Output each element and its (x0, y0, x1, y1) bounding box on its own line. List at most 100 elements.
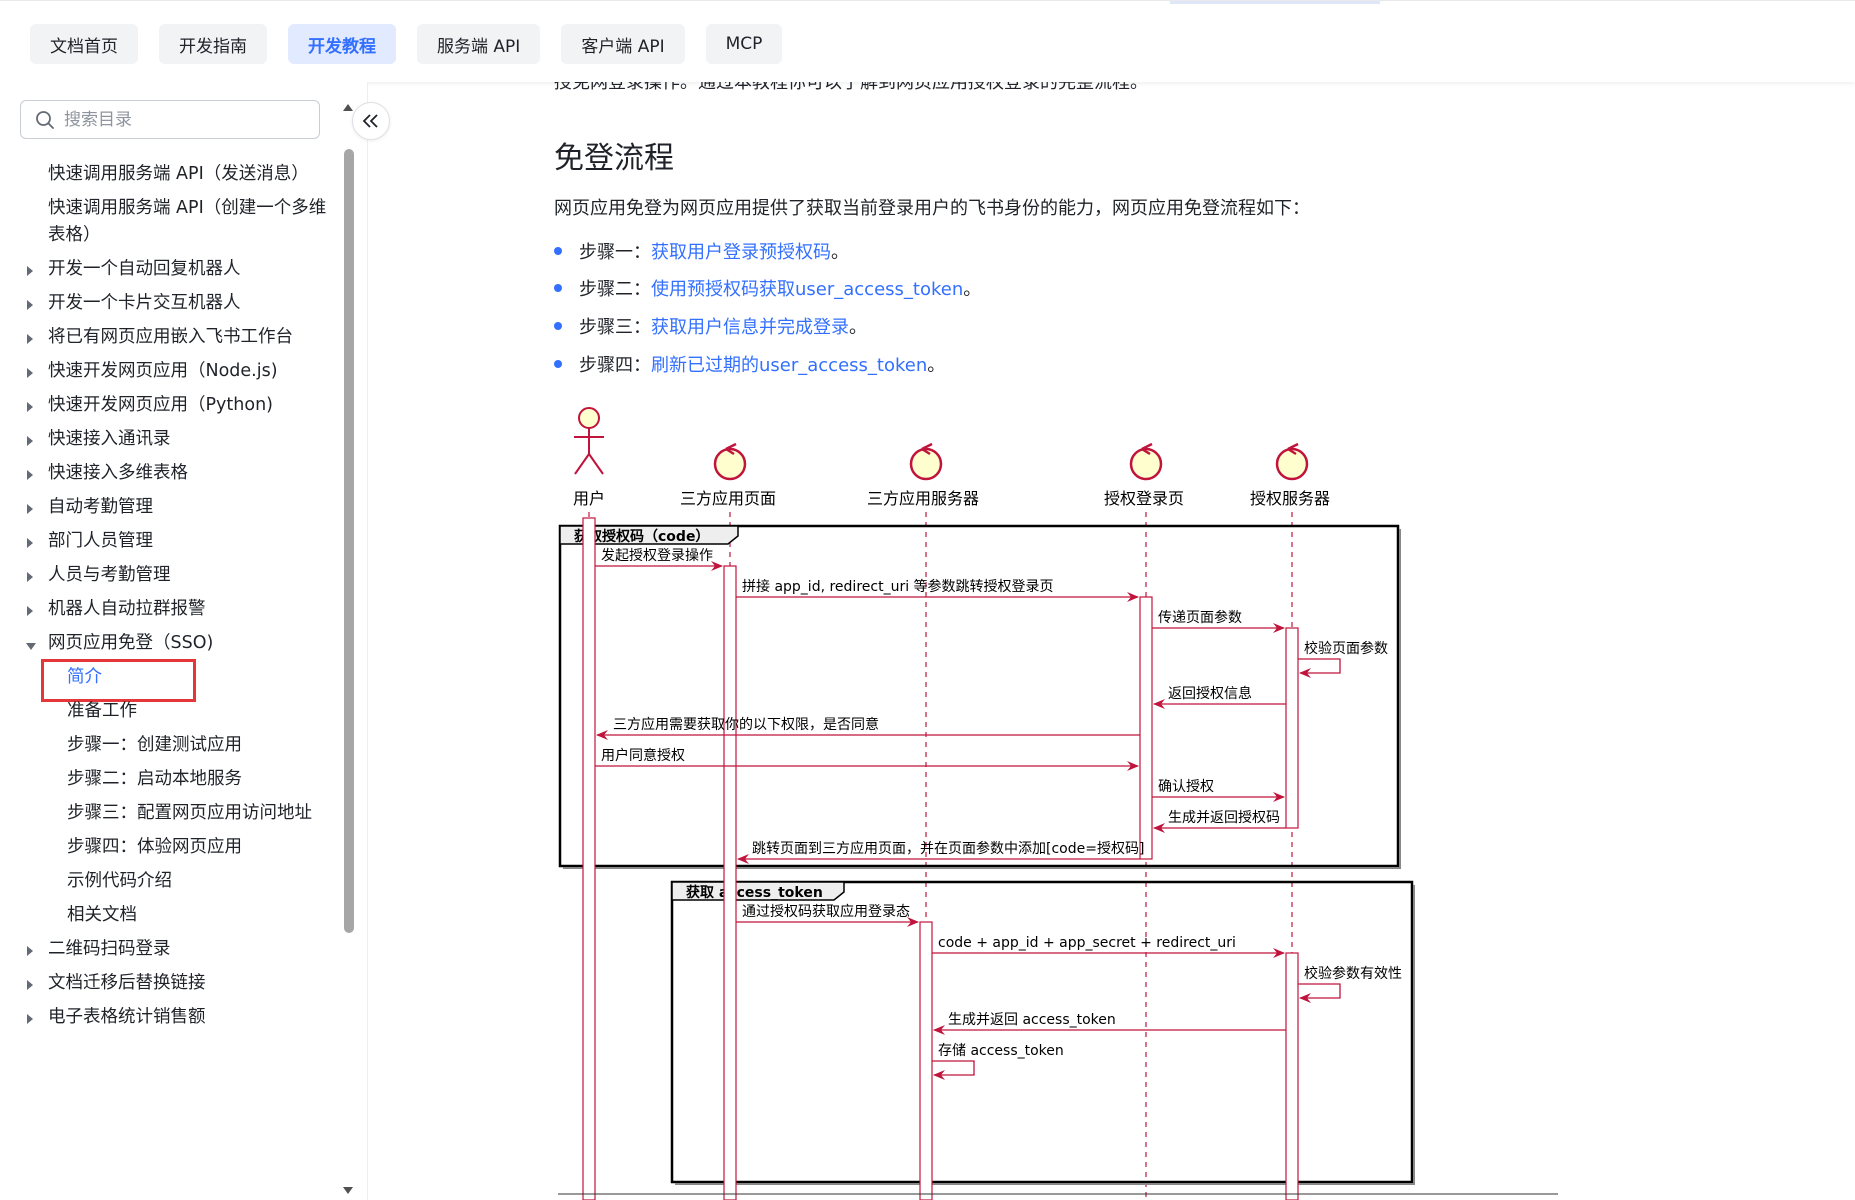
scroll-up-arrow-icon[interactable] (343, 104, 353, 111)
sidebar-item[interactable]: 电子表格统计销售额 (0, 1000, 340, 1034)
sidebar-scrollbar[interactable] (343, 104, 355, 1194)
sidebar-item-label: 快速开发网页应用（Python) (48, 394, 273, 415)
sidebar-item[interactable]: 步骤四：体验网页应用 (0, 830, 340, 864)
search-box[interactable] (20, 100, 320, 139)
message-label: 确认授权 (1158, 779, 1214, 795)
sidebar-item[interactable]: 快速接入多维表格 (0, 456, 340, 490)
sidebar-item[interactable]: 步骤二：启动本地服务 (0, 762, 340, 796)
sidebar-item-label: 步骤三：配置网页应用访问地址 (67, 802, 312, 823)
tab-dev-guide[interactable]: 开发指南 (159, 24, 267, 64)
sidebar-item[interactable]: 相关文档 (0, 898, 340, 932)
list-item: 步骤三： 获取用户信息并完成登录。 (554, 307, 981, 345)
tab-server-api[interactable]: 服务端 API (417, 24, 541, 64)
message-label: 返回授权信息 (1168, 685, 1252, 702)
sidebar-item-label: 快速接入通讯录 (48, 428, 171, 449)
tab-client-api[interactable]: 客户端 API (561, 24, 685, 64)
intro-paragraph: 网页应用免登为网页应用提供了获取当前登录用户的飞书身份的能力，网页应用免登流程如… (554, 198, 1310, 219)
message-label: 通过授权码获取应用登录态 (742, 903, 910, 920)
sidebar-item[interactable]: 快速开发网页应用（Python) (0, 388, 340, 422)
partially-visible-paragraph: 授免网登录操作。通过本教程你可以了解到网页应用授权登录的完整流程。 (554, 82, 1148, 93)
sidebar-item[interactable]: 示例代码介绍 (0, 864, 340, 898)
step-link[interactable]: 获取用户信息并完成登录 (651, 313, 849, 339)
caret-right-icon (27, 300, 33, 310)
sidebar-item[interactable]: 准备工作 (0, 694, 340, 728)
caret-right-icon (27, 334, 33, 344)
sidebar-item-label: 快速调用服务端 API（创建一个多维表格） (48, 197, 327, 245)
sidebar-item-label: 快速接入多维表格 (48, 462, 188, 483)
top-tabs: 文档首页 开发指南 开发教程 服务端 API 客户端 API MCP (30, 24, 783, 64)
caret-down-icon (26, 643, 36, 650)
sidebar-item[interactable]: 快速接入通讯录 (0, 422, 340, 456)
list-item: 步骤一： 获取用户登录预授权码。 (554, 232, 981, 270)
sidebar-item-label: 网页应用免登（SSO) (48, 632, 214, 653)
participant-label: 三方应用页面 (680, 489, 776, 508)
sidebar-item-intro[interactable]: 简介 (0, 659, 340, 702)
sidebar-item[interactable]: 步骤三：配置网页应用访问地址 (0, 796, 340, 830)
collapse-sidebar-button[interactable] (352, 102, 390, 140)
section-title: 免登流程 (554, 141, 674, 176)
sidebar-item[interactable]: 开发一个卡片交互机器人 (0, 286, 340, 320)
step-link[interactable]: 获取用户登录预授权码 (651, 238, 831, 264)
caret-right-icon (27, 606, 33, 616)
caret-right-icon (27, 368, 33, 378)
participant-label: 三方应用服务器 (867, 489, 979, 508)
sidebar-item-label: 机器人自动拉群报警 (48, 598, 206, 619)
sidebar-item[interactable]: 将已有网页应用嵌入飞书工作台 (0, 320, 340, 354)
tab-docs-home[interactable]: 文档首页 (30, 24, 138, 64)
sidebar-item-label: 示例代码介绍 (67, 870, 172, 891)
sidebar-item-label: 快速调用服务端 API（发送消息） (48, 163, 309, 184)
step-suffix: 。 (831, 241, 849, 263)
caret-right-icon (27, 504, 33, 514)
step-prefix: 步骤一： (579, 241, 651, 263)
sidebar-item[interactable]: 步骤一：创建测试应用 (0, 728, 340, 762)
sidebar-item[interactable]: 机器人自动拉群报警 (0, 592, 340, 626)
top-accent-line (1170, 1, 1380, 4)
top-navigation: 文档首页 开发指南 开发教程 服务端 API 客户端 API MCP (0, 0, 1855, 82)
message-label: 生成并返回 access_token (948, 1012, 1116, 1028)
sidebar-item-sso[interactable]: 网页应用免登（SSO) (0, 626, 340, 660)
sidebar-item[interactable]: 部门人员管理 (0, 524, 340, 558)
sidebar-item-label: 开发一个卡片交互机器人 (48, 292, 241, 313)
sidebar-item-label: 步骤二：启动本地服务 (67, 768, 242, 789)
sidebar-item-label: 快速开发网页应用（Node.js) (48, 360, 278, 381)
step-suffix: 。 (849, 316, 867, 338)
sidebar-item[interactable]: 人员与考勤管理 (0, 558, 340, 592)
caret-right-icon (27, 402, 33, 412)
message-label: 传递页面参数 (1158, 609, 1242, 626)
sidebar-item[interactable]: 快速调用服务端 API（发送消息） (0, 157, 340, 191)
sidebar-item-label: 人员与考勤管理 (48, 564, 171, 585)
sidebar-nav: 快速调用服务端 API（发送消息） 快速调用服务端 API（创建一个多维表格） … (0, 157, 340, 1034)
sidebar-item[interactable]: 二维码扫码登录 (0, 932, 340, 966)
sidebar-item[interactable]: 自动考勤管理 (0, 490, 340, 524)
participant-label: 授权登录页 (1104, 489, 1184, 508)
sidebar-item[interactable]: 快速调用服务端 API（创建一个多维表格） (0, 191, 330, 252)
step-prefix: 步骤三： (579, 316, 651, 338)
sidebar-item[interactable]: 快速开发网页应用（Node.js) (0, 354, 340, 388)
sidebar-item[interactable]: 文档迁移后替换链接 (0, 966, 340, 1000)
bullet-icon (554, 284, 562, 293)
step-link[interactable]: 使用预授权码获取user_access_token (651, 275, 963, 301)
search-icon (36, 110, 54, 129)
message-label: 用户同意授权 (601, 747, 685, 764)
scroll-down-arrow-icon[interactable] (343, 1187, 353, 1194)
search-input[interactable] (64, 109, 304, 130)
participant-label: 授权服务器 (1250, 489, 1330, 508)
tab-mcp[interactable]: MCP (705, 24, 783, 64)
sidebar-item-label: 电子表格统计销售额 (48, 1006, 206, 1027)
caret-right-icon (27, 436, 33, 446)
sidebar-item[interactable]: 开发一个自动回复机器人 (0, 252, 340, 286)
step-link[interactable]: 刷新已过期的user_access_token (651, 351, 927, 377)
sidebar-item-label: 自动考勤管理 (48, 496, 153, 517)
step-suffix: 。 (927, 354, 946, 376)
scrollbar-thumb[interactable] (344, 149, 354, 933)
caret-right-icon (27, 980, 33, 990)
tab-dev-tutorial[interactable]: 开发教程 (288, 24, 396, 64)
caret-right-icon (27, 266, 33, 276)
message-label: 生成并返回授权码 (1168, 810, 1280, 826)
list-item: 步骤二： 使用预授权码获取user_access_token。 (554, 270, 981, 308)
sequence-diagram: 用户 三方应用页面 三方应用服务器 授权登录页 授权服务器 获取授权码（code… (548, 382, 1788, 1200)
step-prefix: 步骤四： (579, 354, 651, 376)
steps-list: 步骤一： 获取用户登录预授权码。 步骤二： 使用预授权码获取user_access_… (554, 232, 981, 382)
sidebar-item-label: 步骤一：创建测试应用 (67, 734, 242, 755)
sidebar-item-label: 二维码扫码登录 (48, 938, 171, 959)
